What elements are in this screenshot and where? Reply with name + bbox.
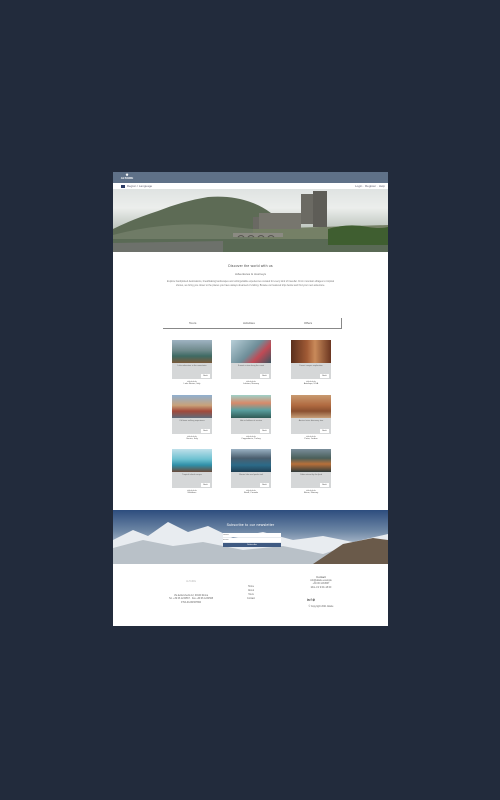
tour-card[interactable]: Old town walking experience Book ★★★★★ V… bbox=[172, 395, 212, 441]
card-photo bbox=[231, 395, 271, 418]
card-location: Banff, Canada bbox=[244, 492, 258, 494]
tour-card[interactable]: Glacier lake and peaks trek Book ★★★★★ B… bbox=[231, 449, 271, 495]
card-location: Cappadocia, Turkey bbox=[241, 438, 261, 440]
tour-card[interactable]: Ancient ruins discovery tour Book ★★★★★ … bbox=[291, 395, 331, 441]
card-location: Reine, Norway bbox=[303, 492, 319, 494]
footer-logo[interactable]: ALTAIRE bbox=[161, 580, 221, 583]
card-photo bbox=[291, 449, 331, 472]
card-book-button[interactable]: Book bbox=[320, 374, 329, 378]
footer-contact: Contact info@altaire.example +39 06 1234… bbox=[293, 575, 349, 590]
footer-link-contact[interactable]: Contact bbox=[241, 597, 261, 601]
tour-card[interactable]: Tropical island escape Book ★★★★★ Maldiv… bbox=[172, 449, 212, 495]
subscribe-button[interactable]: Subscribe bbox=[223, 543, 281, 547]
hero-image bbox=[113, 189, 388, 252]
footer-address: Via della Libertà 12, 00100 Roma Tel. +3… bbox=[161, 595, 221, 605]
footer-nav: Home About Tours Contact bbox=[241, 585, 261, 601]
card-book-button[interactable]: Book bbox=[201, 429, 210, 433]
top-navbar: ⚜ ALTAIRE bbox=[113, 172, 388, 183]
newsletter-email-input[interactable] bbox=[223, 538, 281, 542]
tab-activities[interactable]: Activities bbox=[243, 321, 255, 325]
card-location: Lofoten, Norway bbox=[243, 383, 259, 385]
card-book-button[interactable]: Book bbox=[201, 483, 210, 487]
intro-title: Discover the world with us bbox=[228, 264, 273, 268]
card-book-button[interactable]: Book bbox=[260, 429, 269, 433]
card-photo bbox=[231, 449, 271, 472]
contact-hours: Mon–Fri 9:00–18:00 bbox=[310, 586, 332, 589]
card-location: Lake Braies, Italy bbox=[183, 383, 201, 385]
card-photo bbox=[172, 395, 212, 418]
card-book-button[interactable]: Book bbox=[320, 483, 329, 487]
card-location: Petra, Jordan bbox=[304, 438, 318, 440]
card-photo bbox=[291, 395, 331, 418]
newsletter-title: Subscribe to our newsletter bbox=[226, 523, 275, 527]
card-location: Venice, Italy bbox=[186, 438, 198, 440]
tour-card[interactable]: Hot air balloon at sunrise Book ★★★★★ Ca… bbox=[231, 395, 271, 441]
card-photo bbox=[291, 340, 331, 363]
flag-icon bbox=[121, 184, 125, 188]
card-book-button[interactable]: Book bbox=[260, 374, 269, 378]
tab-tours[interactable]: Tours bbox=[189, 321, 196, 325]
intro-subtitle: Adventures & Journeys bbox=[234, 272, 267, 276]
copyright-text: © Copyright 2021 Altaire bbox=[308, 606, 334, 608]
mountain-backdrop-illustration bbox=[113, 522, 388, 564]
card-photo bbox=[172, 449, 212, 472]
social-icons[interactable]: in f ✆ bbox=[303, 598, 319, 603]
language-label: Region / Language bbox=[126, 184, 153, 188]
tour-card[interactable]: Desert canyon exploration Book ★★★★★ Ant… bbox=[291, 340, 331, 386]
newsletter-name-input[interactable] bbox=[223, 533, 281, 537]
card-photo bbox=[231, 340, 271, 363]
card-location: Antelope, USA bbox=[303, 383, 319, 385]
castle-landscape-illustration bbox=[113, 191, 388, 252]
tour-card[interactable]: Lake adventure in the mountains Book ★★★… bbox=[172, 340, 212, 386]
web-page: ⚜ ALTAIRE Region / Language Login · Regi… bbox=[113, 172, 388, 626]
site-logo[interactable]: ⚜ ALTAIRE bbox=[118, 173, 136, 182]
tour-card[interactable]: Sunset cruise along the coast Book ★★★★★… bbox=[231, 340, 271, 386]
logo-text: ALTAIRE bbox=[120, 176, 134, 180]
card-book-button[interactable]: Book bbox=[260, 483, 269, 487]
card-location: Maldives bbox=[187, 492, 197, 494]
card-book-button[interactable]: Book bbox=[320, 429, 329, 433]
newsletter-section: Subscribe to our newsletter Subscribe bbox=[113, 510, 388, 564]
tab-offers[interactable]: Offers bbox=[304, 321, 312, 325]
card-photo bbox=[172, 340, 212, 363]
tour-card[interactable]: Cabin retreat by the fjord Book ★★★★★ Re… bbox=[291, 449, 331, 495]
vat-line: P.IVA 01234567890 bbox=[181, 601, 201, 604]
category-tabs: Tours Activities Offers bbox=[163, 318, 342, 329]
card-book-button[interactable]: Book bbox=[201, 374, 210, 378]
intro-paragraph: Explore handpicked destinations, breatht… bbox=[167, 280, 334, 287]
